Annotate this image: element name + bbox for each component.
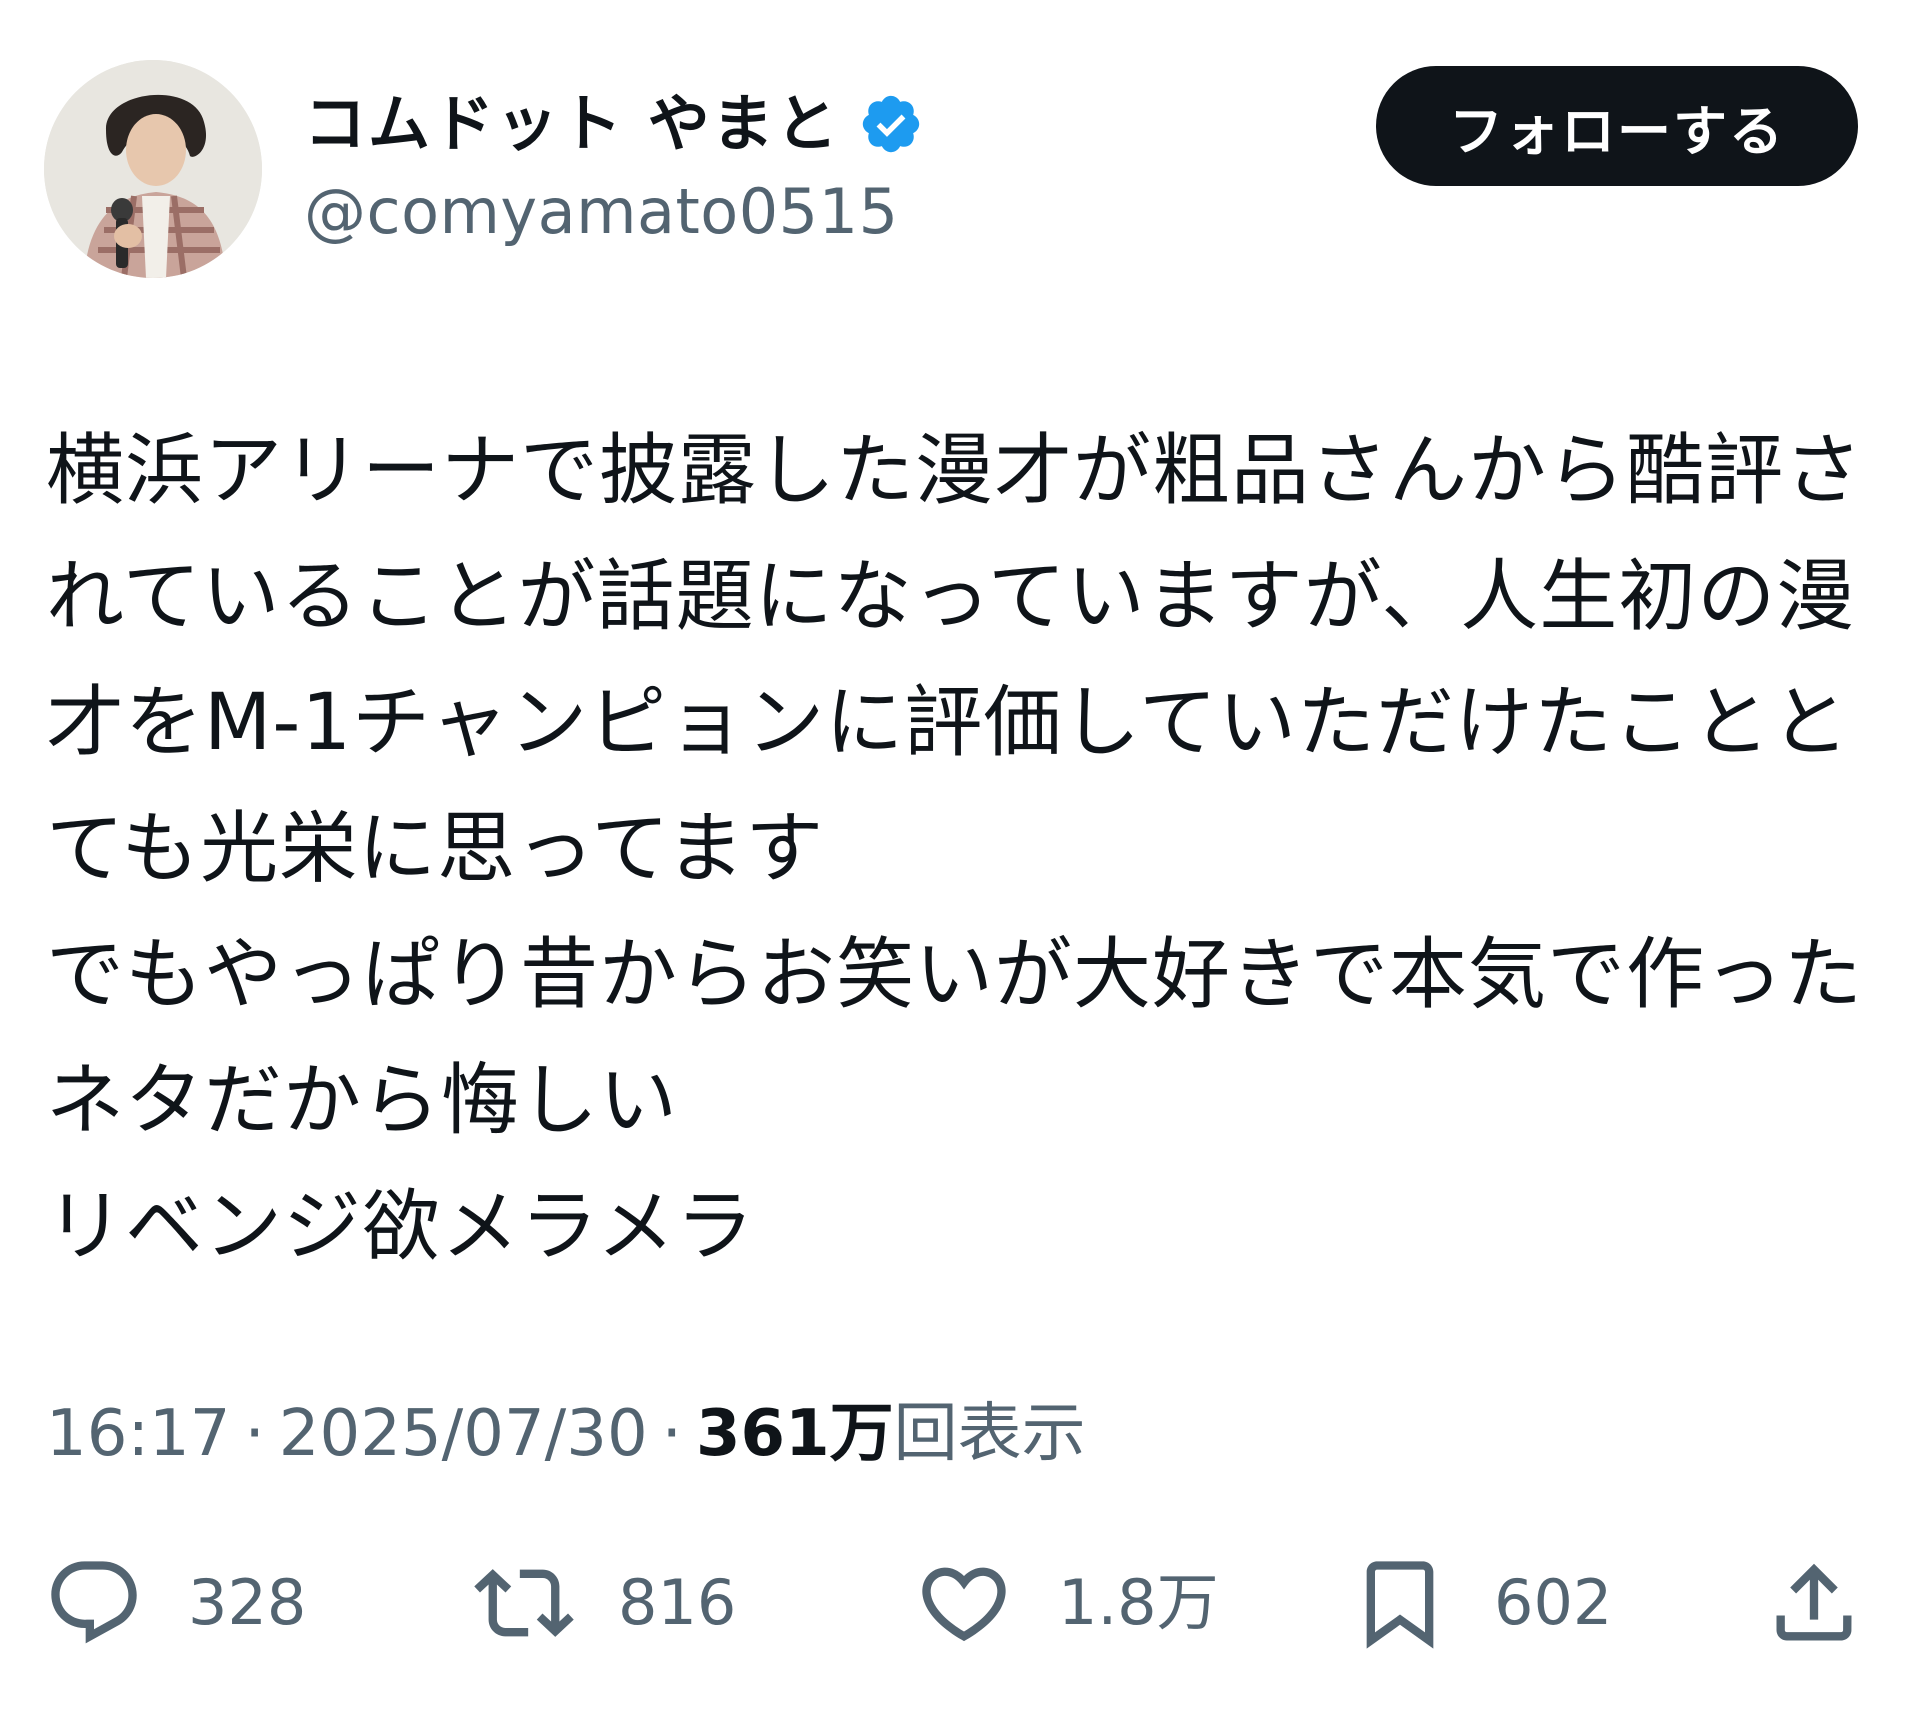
retweet-button[interactable]: 816 [474, 1548, 736, 1658]
tweet-text-line: 横浜アリーナで披露した漫才が粗品さんから酷評さ [46, 426, 1864, 516]
action-bar: 328 816 1.8万 602 [44, 1548, 1884, 1658]
tweet-time[interactable]: 16:17 [46, 1397, 230, 1471]
verified-badge-icon [858, 91, 924, 157]
bookmark-count: 602 [1494, 1566, 1613, 1639]
reply-count: 328 [188, 1566, 307, 1639]
tweet-card: コムドット やまと @comyamato0515 フォローする 横浜アリーナで披… [0, 0, 1920, 1727]
tweet-date[interactable]: 2025/07/30 [279, 1397, 648, 1471]
author-handle[interactable]: @comyamato0515 [304, 170, 924, 254]
tweet-text-line: ネタだから悔しい [46, 1056, 679, 1146]
views-count: 361万 [696, 1397, 894, 1471]
follow-button[interactable]: フォローする [1376, 66, 1858, 186]
share-button[interactable] [1764, 1548, 1864, 1658]
author-info: コムドット やまと @comyamato0515 [304, 82, 924, 254]
avatar[interactable] [44, 60, 262, 278]
tweet-text: 横浜アリーナで披露した漫才が粗品さんから酷評さ れていることが話題になっています… [46, 408, 1876, 1290]
display-name-row: コムドット やまと [304, 82, 924, 166]
heart-icon [922, 1567, 1006, 1642]
tweet-text-line: リベンジ欲メラメラ [46, 1182, 755, 1272]
reply-button[interactable]: 328 [44, 1548, 306, 1658]
views-label: 回表示 [893, 1397, 1086, 1471]
like-count: 1.8万 [1058, 1566, 1219, 1639]
tweet-header: コムドット やまと @comyamato0515 フォローする [44, 60, 1864, 280]
share-icon [1776, 1563, 1852, 1641]
retweet-count: 816 [618, 1566, 737, 1639]
display-name[interactable]: コムドット やまと [304, 82, 840, 166]
tweet-text-line: でもやっぱり昔からお笑いが大好きで本気で作った [46, 930, 1864, 1020]
like-button[interactable]: 1.8万 [914, 1548, 1219, 1658]
retweet-icon [474, 1569, 574, 1637]
tweet-text-line: ても光栄に思ってます [46, 804, 825, 894]
tweet-text-line: れていることが話題になっていますが、人生初の漫 [46, 552, 1856, 642]
meta-separator: · [244, 1397, 265, 1471]
meta-separator: · [661, 1397, 682, 1471]
tweet-meta: 16:17 · 2025/07/30 · 361万回表示 [46, 1392, 1086, 1476]
reply-icon [51, 1561, 137, 1644]
bookmark-button[interactable]: 602 [1350, 1548, 1612, 1658]
avatar-photo [44, 60, 262, 278]
bookmark-icon [1366, 1561, 1434, 1649]
tweet-text-line: 才をM-1チャンピョンに評価していただけたことと [46, 678, 1850, 768]
